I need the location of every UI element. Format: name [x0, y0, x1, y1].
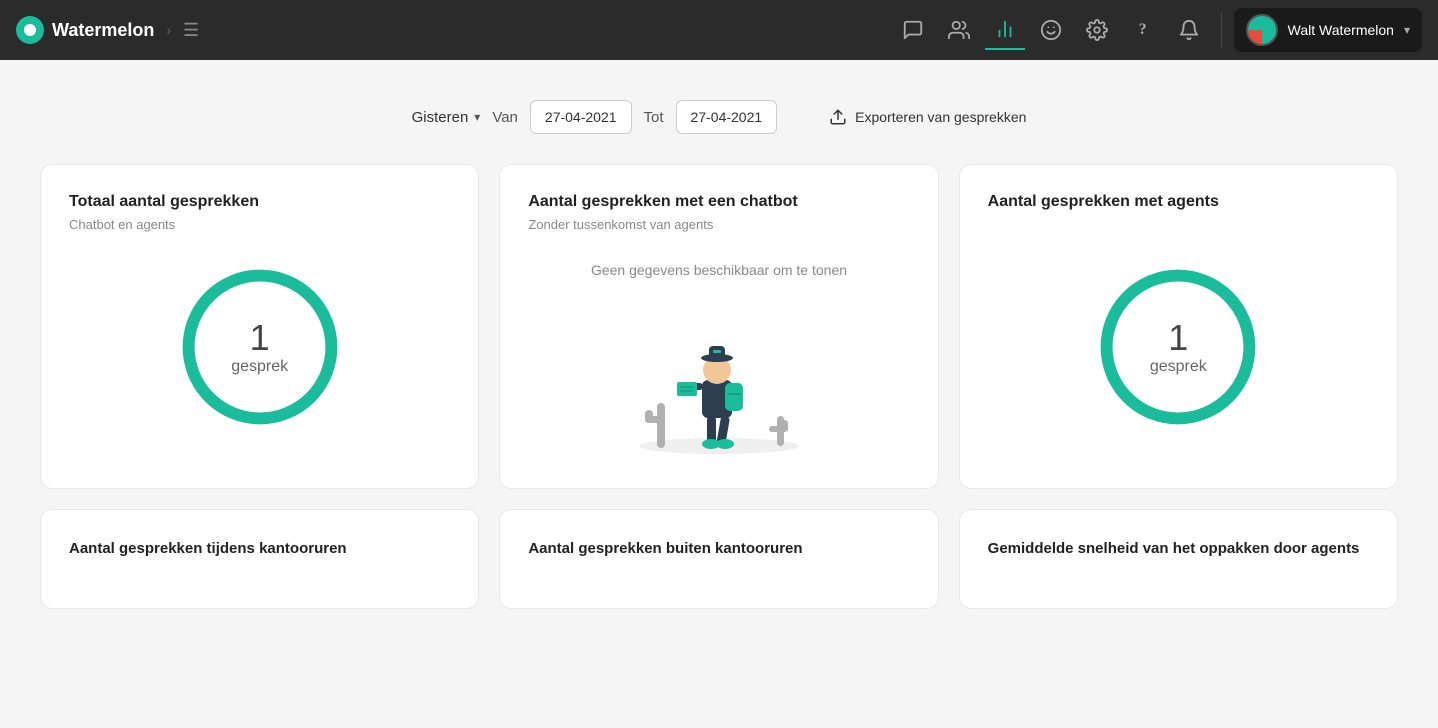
card-buiten-kantoor: Aantal gesprekken buiten kantooruren — [499, 509, 938, 609]
export-icon — [829, 108, 847, 126]
bottom-cards-grid: Aantal gesprekken tijdens kantooruren Aa… — [40, 509, 1398, 609]
chat-icon — [902, 19, 924, 41]
period-chevron-icon: ▾ — [474, 110, 480, 124]
date-to-input[interactable]: 27-04-2021 — [676, 100, 778, 134]
donut-agents-label: gesprek — [1150, 358, 1207, 376]
nav-divider — [1221, 12, 1222, 48]
settings-icon — [1086, 19, 1108, 41]
card-agents-gesprekken: Aantal gesprekken met agents 1 gesprek — [959, 164, 1398, 489]
settings-icon-btn[interactable] — [1077, 10, 1117, 50]
help-icon-btn[interactable]: ? — [1123, 10, 1163, 50]
card-total-gesprekken: Totaal aantal gesprekken Chatbot en agen… — [40, 164, 479, 489]
people-icon — [948, 19, 970, 41]
donut-total-text: 1 gesprek — [231, 318, 288, 376]
logo-icon — [16, 16, 44, 44]
desert-illustration — [609, 298, 829, 458]
date-from-input[interactable]: 27-04-2021 — [530, 100, 632, 134]
card-kantooruren: Aantal gesprekken tijdens kantooruren — [40, 509, 479, 609]
user-name: Walt Watermelon — [1288, 22, 1394, 38]
van-label: Van — [492, 109, 518, 126]
donut-agents: 1 gesprek — [1093, 262, 1263, 432]
export-label: Exporteren van gesprekken — [855, 109, 1026, 125]
navbar: Watermelon › ☰ — [0, 0, 1438, 60]
donut-agents-number: 1 — [1150, 318, 1207, 358]
filter-bar: Gisteren ▾ Van 27-04-2021 Tot 27-04-2021… — [40, 80, 1398, 164]
card-total-subtitle: Chatbot en agents — [69, 217, 450, 232]
emoji-icon — [1040, 19, 1062, 41]
logo-inner — [24, 24, 36, 36]
emoji-icon-btn[interactable] — [1031, 10, 1071, 50]
navbar-logo: Watermelon — [16, 16, 154, 44]
card-snelheid: Gemiddelde snelheid van het oppakken doo… — [959, 509, 1398, 609]
top-cards-grid: Totaal aantal gesprekken Chatbot en agen… — [40, 164, 1398, 489]
chat-icon-btn[interactable] — [893, 10, 933, 50]
donut-agents-container: 1 gesprek — [988, 252, 1369, 452]
chatbot-empty-text: Geen gegevens beschikbaar om te tonen — [591, 262, 847, 278]
tot-label: Tot — [644, 109, 664, 126]
card-agents-title: Aantal gesprekken met agents — [988, 193, 1369, 211]
card-buiten-kantoor-title: Aantal gesprekken buiten kantooruren — [528, 538, 909, 559]
donut-agents-text: 1 gesprek — [1150, 318, 1207, 376]
donut-total-label: gesprek — [231, 358, 288, 376]
navbar-right: ? Walt Watermelon ▾ — [893, 8, 1422, 52]
people-icon-btn[interactable] — [939, 10, 979, 50]
bell-icon — [1178, 19, 1200, 41]
user-menu[interactable]: Walt Watermelon ▾ — [1234, 8, 1422, 52]
card-total-title: Totaal aantal gesprekken — [69, 193, 450, 211]
card-chatbot-gesprekken: Aantal gesprekken met een chatbot Zonder… — [499, 164, 938, 489]
donut-total-number: 1 — [231, 318, 288, 358]
card-chatbot-title: Aantal gesprekken met een chatbot — [528, 193, 909, 211]
bell-icon-btn[interactable] — [1169, 10, 1209, 50]
period-dropdown[interactable]: Gisteren ▾ — [412, 109, 481, 126]
card-agents-subtitle — [988, 217, 1369, 232]
avatar — [1246, 14, 1278, 46]
card-kantooruren-title: Aantal gesprekken tijdens kantooruren — [69, 538, 450, 559]
app-name: Watermelon — [52, 20, 154, 41]
export-button[interactable]: Exporteren van gesprekken — [829, 108, 1026, 126]
bar-chart-icon — [994, 18, 1016, 40]
nav-arrow: › — [166, 22, 171, 38]
donut-total: 1 gesprek — [175, 262, 345, 432]
analytics-icon-btn[interactable] — [985, 10, 1025, 50]
navbar-left: Watermelon › ☰ — [16, 16, 199, 44]
nav-menu-icon[interactable]: ☰ — [183, 20, 199, 41]
chatbot-empty-state: Geen gegevens beschikbaar om te tonen — [528, 252, 909, 468]
main-content: Gisteren ▾ Van 27-04-2021 Tot 27-04-2021… — [0, 60, 1438, 629]
card-snelheid-title: Gemiddelde snelheid van het oppakken doo… — [988, 538, 1369, 559]
period-label: Gisteren — [412, 109, 469, 126]
help-icon: ? — [1139, 21, 1147, 39]
donut-total-container: 1 gesprek — [69, 252, 450, 452]
user-chevron-icon: ▾ — [1404, 23, 1410, 37]
card-chatbot-subtitle: Zonder tussenkomst van agents — [528, 217, 909, 232]
